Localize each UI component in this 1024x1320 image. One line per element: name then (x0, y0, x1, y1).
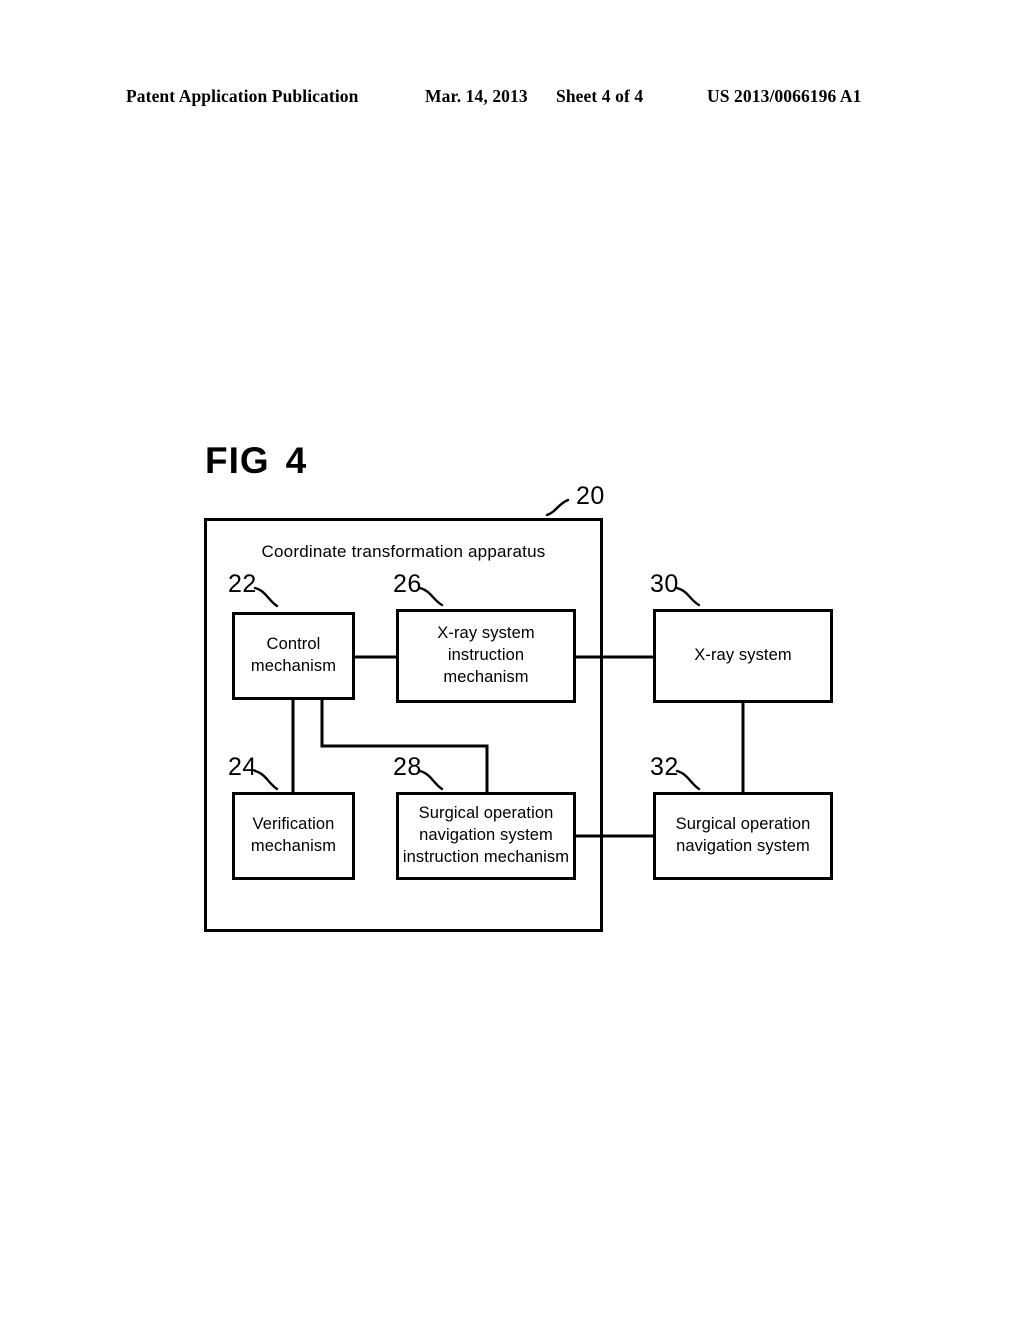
block-control-mechanism[interactable]: Control mechanism (232, 612, 355, 700)
reference-numeral-24: 24 (228, 753, 257, 781)
figure-4-block-diagram: Coordinate transformation apparatus Cont… (0, 0, 1024, 1320)
reference-numeral-26: 26 (393, 570, 422, 598)
reference-numeral-22: 22 (228, 570, 257, 598)
block-label-30: X-ray system (694, 646, 792, 665)
leader-line-32 (675, 769, 701, 791)
container-title-label: Coordinate transformation apparatus (261, 542, 546, 561)
leader-line-30 (675, 586, 701, 607)
block-label-22: Control mechanism (250, 635, 337, 675)
block-surgical-operation-navigation-system[interactable]: Surgical operation navigation system (653, 792, 833, 880)
block-label-26: X-ray system instruction mechanism (437, 624, 535, 686)
block-label-24: Verification mechanism (250, 815, 337, 855)
block-verification-mechanism[interactable]: Verification mechanism (232, 792, 355, 880)
block-label-28: Surgical operation navigation system instr… (402, 804, 570, 866)
block-label-32: Surgical operation navigation system (675, 815, 811, 855)
block-surgical-operation-navigation-system-instruction-mechanism[interactable]: Surgical operation navigation system instr… (396, 792, 576, 880)
block-xray-system[interactable]: X-ray system (653, 609, 833, 703)
reference-numeral-20: 20 (576, 482, 605, 510)
reference-numeral-32: 32 (650, 753, 679, 781)
leader-line-20 (545, 498, 570, 517)
reference-numeral-30: 30 (650, 570, 679, 598)
reference-numeral-28: 28 (393, 753, 422, 781)
block-xray-system-instruction-mechanism[interactable]: X-ray system instruction mechanism (396, 609, 576, 703)
